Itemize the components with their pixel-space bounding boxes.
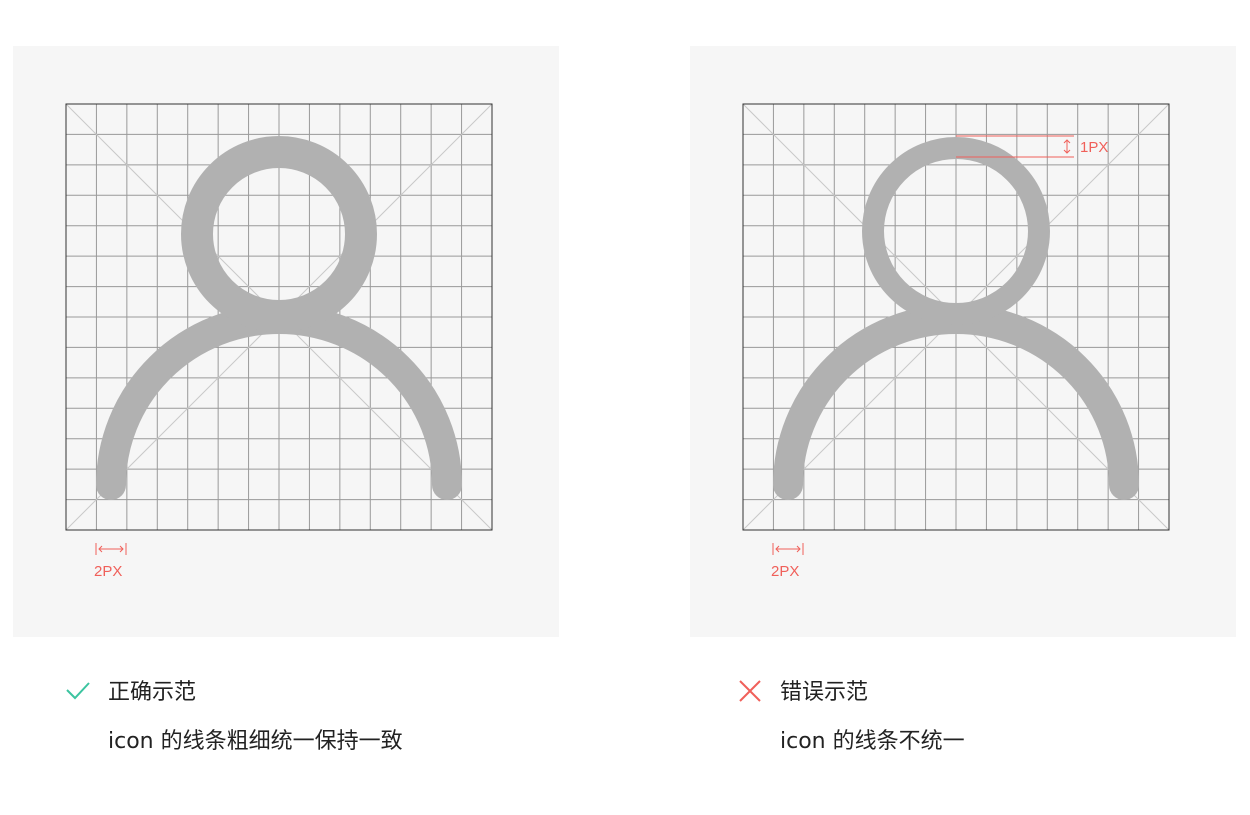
wrong-example-description: icon 的线条不统一 xyxy=(780,729,965,754)
correct-example-description: icon 的线条粗细统一保持一致 xyxy=(108,729,403,754)
head-stroke-label: 1PX xyxy=(1080,139,1108,156)
correct-icon-diagram: 2PX xyxy=(65,103,493,580)
check-icon xyxy=(66,682,90,700)
stroke-width-annotation: 2PX xyxy=(94,543,127,580)
cross-icon xyxy=(739,680,761,702)
stroke-width-label: 2PX xyxy=(771,563,799,580)
wrong-icon-diagram: 1PX 2PX xyxy=(742,103,1170,580)
stroke-width-annotation: 2PX xyxy=(771,543,804,580)
stroke-width-label: 2PX xyxy=(94,563,122,580)
correct-example-panel: 2PX xyxy=(13,46,559,637)
wrong-example-panel: 1PX 2PX xyxy=(690,46,1236,637)
wrong-example-title: 错误示范 xyxy=(780,680,869,705)
correct-example-title: 正确示范 xyxy=(108,680,197,705)
